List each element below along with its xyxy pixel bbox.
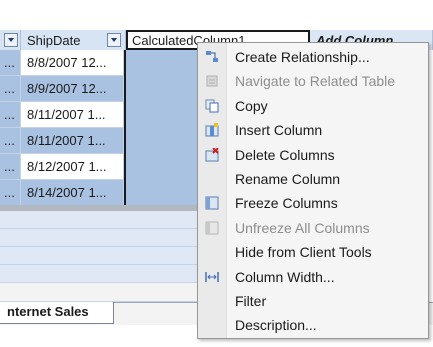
freeze-columns-icon xyxy=(205,196,219,210)
delete-columns-icon xyxy=(205,146,219,162)
menu-item-label: Rename Column xyxy=(235,171,341,187)
context-menu: Create Relationship... Navigate to Relate… xyxy=(197,42,429,339)
tab-label: nternet Sales xyxy=(7,304,89,319)
cell-text: 8/11/2007 1... xyxy=(27,133,106,148)
column-header-shipdate[interactable]: ShipDate xyxy=(21,30,126,50)
menu-item-label: Unfreeze All Columns xyxy=(235,219,370,236)
cell-text: ... xyxy=(4,185,15,200)
menu-item-rename-column[interactable]: Rename Column xyxy=(198,167,428,191)
menu-item-label: Create Relationship... xyxy=(235,49,370,65)
menu-item-label: Column Width... xyxy=(235,268,335,285)
empty-row xyxy=(0,211,200,229)
cell-text: 8/9/2007 12... xyxy=(27,81,107,96)
calculated-column-cells[interactable] xyxy=(126,50,198,205)
copy-icon xyxy=(205,99,219,113)
menu-item-delete-columns[interactable]: Delete Columns xyxy=(198,143,428,167)
menu-item-label: Navigate to Related Table xyxy=(235,73,396,90)
table-cell[interactable]: 8/12/2007 1... xyxy=(21,154,124,180)
menu-item-label: Filter xyxy=(235,293,267,309)
cell-text: ... xyxy=(4,55,15,70)
column-header-previous[interactable] xyxy=(0,30,21,50)
menu-item-label: Description... xyxy=(235,317,317,334)
cell-text: 8/14/2007 1... xyxy=(27,185,107,200)
menu-item-navigate-to-related-table[interactable]: Navigate to Related Table xyxy=(198,69,428,93)
filter-dropdown-button[interactable] xyxy=(107,33,121,47)
menu-item-label: Copy xyxy=(235,97,268,114)
table-cell[interactable]: 8/9/2007 12... xyxy=(21,76,124,102)
table-cell[interactable]: ... xyxy=(0,128,21,154)
table-cell[interactable]: 8/14/2007 1... xyxy=(21,180,124,206)
empty-row xyxy=(0,229,200,247)
table-cell[interactable]: 8/11/2007 1... xyxy=(21,102,124,128)
empty-row xyxy=(0,265,200,283)
menu-item-unfreeze-all-columns[interactable]: Unfreeze All Columns xyxy=(198,216,428,240)
menu-item-description[interactable]: Description... xyxy=(198,313,428,337)
table-cell[interactable]: ... xyxy=(0,102,21,128)
cell-text: 8/11/2007 1... xyxy=(27,107,106,122)
cell-text: 8/12/2007 1... xyxy=(27,159,107,174)
tab-internet-sales[interactable]: nternet Sales xyxy=(0,302,114,324)
menu-item-column-width[interactable]: Column Width... xyxy=(198,265,428,289)
menu-item-copy[interactable]: Copy xyxy=(198,94,428,118)
table-cell[interactable]: ... xyxy=(0,76,21,102)
menu-item-freeze-columns[interactable]: Freeze Columns xyxy=(198,191,428,215)
table-grid: ShipDate CalculatedColumn1 Add Column ..… xyxy=(0,0,433,347)
column-header-label: ShipDate xyxy=(27,32,81,48)
menu-item-hide-from-client-tools[interactable]: Hide from Client Tools xyxy=(198,240,428,264)
table-cell[interactable]: 8/11/2007 1... xyxy=(21,128,124,154)
cell-text: ... xyxy=(4,81,15,96)
menu-item-label: Hide from Client Tools xyxy=(235,244,372,261)
empty-row xyxy=(0,247,200,265)
cell-text: ... xyxy=(4,133,15,148)
table-cell[interactable]: ... xyxy=(0,154,21,180)
insert-column-icon xyxy=(205,123,219,137)
column-width-icon xyxy=(205,270,219,284)
cell-text: 8/8/2007 12... xyxy=(27,55,107,70)
cell-text: ... xyxy=(4,107,15,122)
table-cell[interactable]: ... xyxy=(0,50,21,76)
table-cell[interactable]: 8/8/2007 12... xyxy=(21,50,124,76)
menu-item-label: Freeze Columns xyxy=(235,195,338,212)
table-cell[interactable]: ... xyxy=(0,180,21,206)
scrollbar-track[interactable] xyxy=(0,283,200,302)
navigate-icon xyxy=(205,74,219,88)
menu-item-filter[interactable]: Filter xyxy=(198,289,428,313)
filter-dropdown-button[interactable] xyxy=(4,33,18,47)
menu-item-create-relationship[interactable]: Create Relationship... xyxy=(198,45,428,69)
cell-text: ... xyxy=(4,159,15,174)
unfreeze-icon xyxy=(205,221,219,235)
relationship-icon xyxy=(205,50,219,64)
menu-item-label: Insert Column xyxy=(235,122,323,139)
menu-item-insert-column[interactable]: Insert Column xyxy=(198,118,428,142)
menu-item-label: Delete Columns xyxy=(235,146,335,163)
